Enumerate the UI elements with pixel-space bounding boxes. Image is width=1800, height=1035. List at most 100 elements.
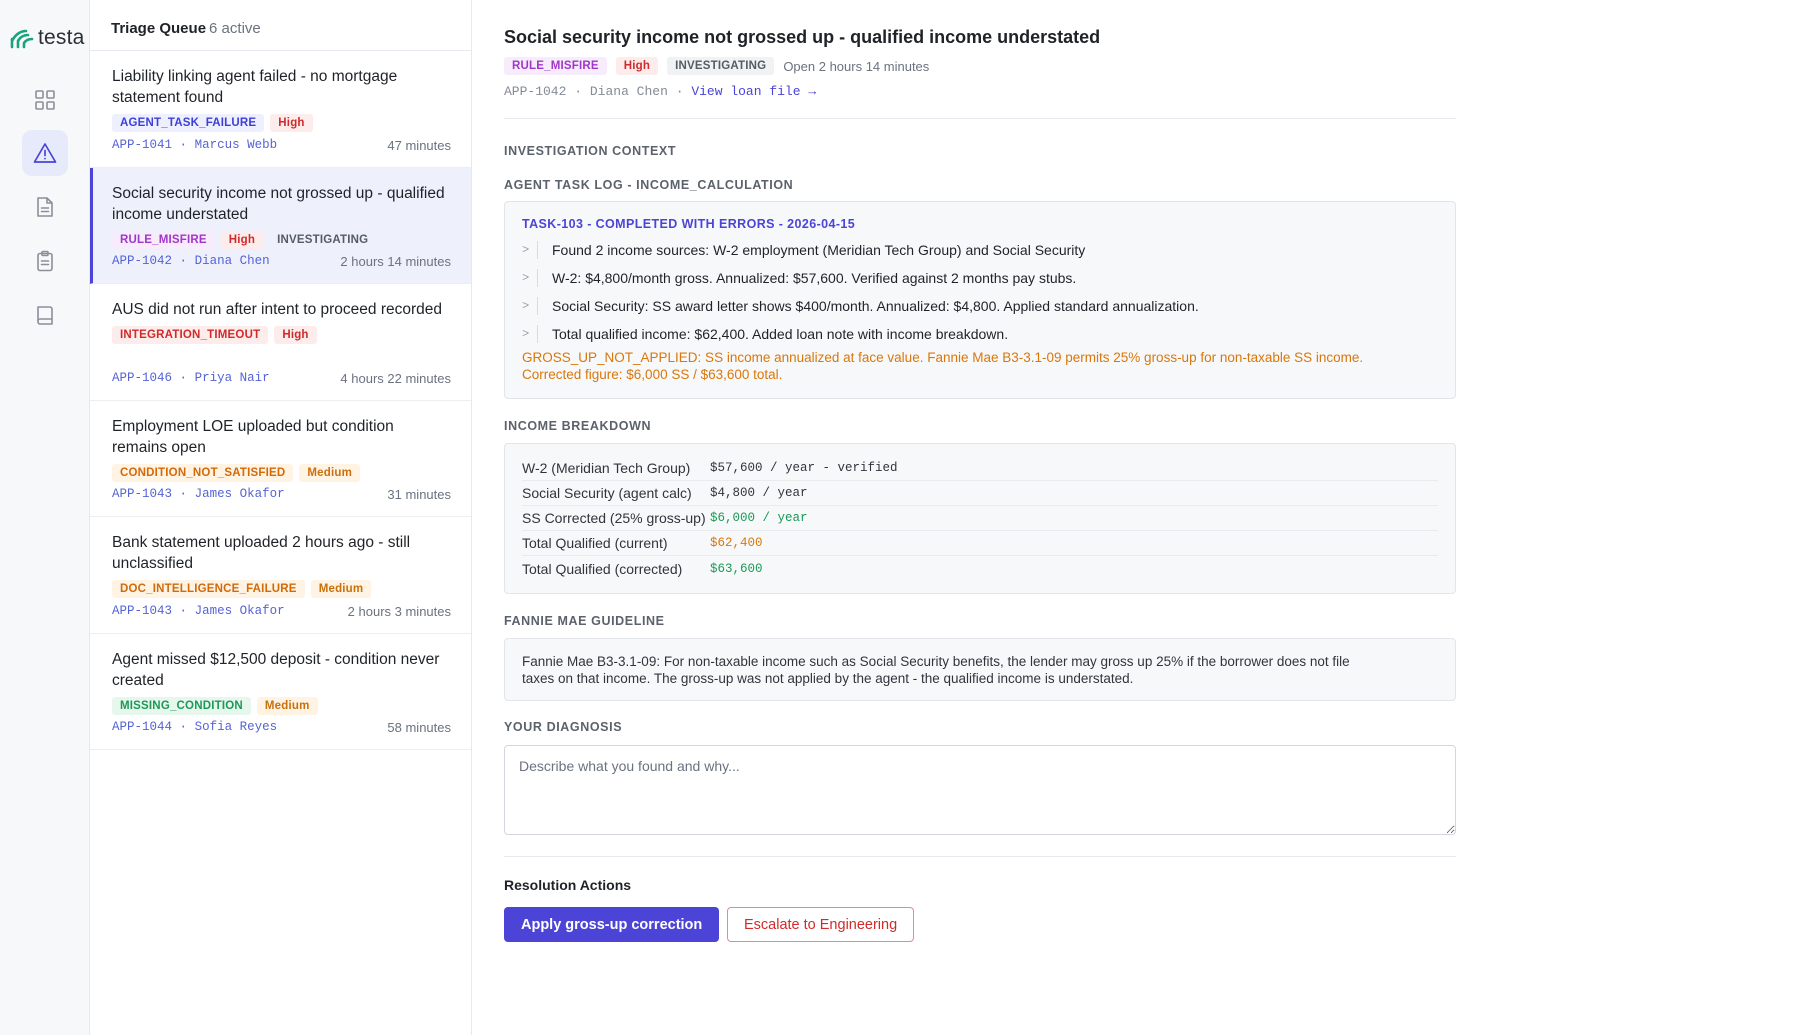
diagnosis-label: YOUR DIAGNOSIS (504, 720, 623, 734)
app-id: APP-1041 (112, 137, 173, 152)
borrower-name: James Okafor (194, 487, 285, 501)
apply-gross-up-button[interactable]: Apply gross-up correction (504, 907, 720, 942)
document-icon (37, 197, 53, 217)
task-log-line: > W-2: $4,800/month gross. Annualized: $5… (522, 269, 1438, 287)
divider (504, 856, 1456, 857)
guideline-text-line: Fannie Mae B3-3.1-09: For non-taxable in… (522, 654, 1350, 669)
income-label: Total Qualified (current) (522, 535, 668, 551)
chevron-right-icon: > (522, 241, 538, 259)
queue-item-ref: APP-1042 · Diana Chen (112, 254, 270, 269)
queue-item[interactable]: Social security income not grossed up - … (90, 167, 471, 284)
income-value: $4,800 / year (710, 486, 808, 500)
category-badge: MISSING_CONDITION (112, 696, 251, 715)
meta-separator: · (179, 254, 188, 268)
queue-item-meta: APP-1042 · Diana Chen 2 hours 14 minutes (112, 254, 451, 269)
queue-item-tags: INTEGRATION_TIMEOUT High (112, 326, 451, 344)
queue-item-ref: APP-1046 · Priya Nair (112, 371, 270, 386)
meta-separator: · (179, 720, 188, 734)
case-person: Diana Chen (589, 84, 668, 99)
resolution-actions-label: Resolution Actions (504, 877, 632, 893)
queue-item[interactable]: Liability linking agent failed - no mort… (90, 51, 471, 168)
queue-item[interactable]: Agent missed $12,500 deposit - condition… (90, 634, 471, 750)
severity-badge: Medium (299, 463, 361, 482)
income-label: SS Corrected (25% gross-up) (522, 510, 706, 526)
queue-item-age: 58 minutes (387, 720, 451, 735)
queue-item-title: Social security income not grossed up - … (112, 184, 445, 223)
income-value: $63,600 (710, 561, 763, 576)
queue-item-age: 47 minutes (387, 137, 451, 153)
book-icon (37, 306, 53, 325)
app-id: APP-1046 (112, 370, 173, 385)
case-open-duration: Open 2 hours 14 minutes (783, 58, 930, 74)
queue-title: Triage Queue (111, 20, 207, 37)
income-row: Social Security (agent calc) $4,800 / yea… (522, 481, 1438, 506)
income-row: W-2 (Meridian Tech Group) $57,600 / year … (522, 456, 1438, 481)
task-log-error-line: GROSS_UP_NOT_APPLIED: SS income annualiz… (522, 350, 1364, 365)
meta-separator: · (574, 84, 583, 99)
rail-documents-button[interactable] (22, 184, 68, 230)
task-log-text: Social Security: SS award letter shows $… (552, 298, 1199, 314)
queue-item-title: AUS did not run after intent to proceed … (112, 301, 443, 318)
view-loan-file-link[interactable]: View loan file → (691, 84, 816, 99)
income-row: SS Corrected (25% gross-up) $6,000 / year (522, 506, 1438, 531)
rail-triage-button[interactable] (22, 130, 68, 176)
income-value: $62,400 (710, 536, 763, 550)
queue-item-age: 2 hours 3 minutes (347, 603, 451, 619)
diagnosis-input[interactable] (504, 745, 1456, 835)
task-log-header: TASK-103 - COMPLETED WITH ERRORS - 2026-… (522, 217, 856, 231)
borrower-name: Priya Nair (194, 370, 270, 385)
queue-item-title: Employment LOE uploaded but condition re… (112, 417, 394, 456)
task-log-line: > Total qualified income: $62,400. Added … (522, 325, 1438, 343)
case-meta: APP-1042 · Diana Chen · View loan file → (504, 84, 816, 99)
queue-item-title: Bank statement uploaded 2 hours ago - st… (112, 534, 411, 572)
income-value: $57,600 / year - verified (710, 461, 898, 475)
meta-separator: · (179, 487, 188, 501)
app-id: APP-1044 (112, 720, 173, 734)
queue-item-tags: AGENT_TASK_FAILURE High (112, 114, 451, 132)
queue-item[interactable]: Bank statement uploaded 2 hours ago - st… (90, 517, 471, 634)
logo[interactable]: testa (10, 26, 85, 50)
severity-badge: Medium (310, 580, 372, 598)
severity-badge: High (220, 230, 264, 249)
queue-item-ref: APP-1044 · Sofia Reyes (112, 720, 277, 735)
escalate-to-engineering-button[interactable]: Escalate to Engineering (727, 907, 915, 942)
queue-item[interactable]: AUS did not run after intent to proceed … (90, 284, 471, 401)
investigation-context-label: INVESTIGATION CONTEXT (504, 144, 677, 158)
meta-separator: · (179, 603, 188, 618)
queue-item-meta: APP-1043 · James Okafor 2 hours 3 minutes (112, 604, 451, 619)
case-status-badge: INVESTIGATING (667, 57, 775, 75)
severity-badge: High (274, 326, 317, 344)
queue-list: Liability linking agent failed - no mort… (90, 51, 471, 750)
queue-item-age: 4 hours 22 minutes (340, 370, 451, 386)
borrower-name: Diana Chen (194, 254, 270, 268)
agent-task-log-label: AGENT TASK LOG - INCOME_CALCULATION (504, 178, 794, 192)
category-badge: AGENT_TASK_FAILURE (112, 114, 265, 132)
meta-separator: · (179, 370, 188, 385)
task-log-line: > Found 2 income sources: W-2 employment … (522, 241, 1438, 259)
app-id: APP-1043 (112, 487, 173, 501)
case-severity-badge: High (615, 57, 659, 75)
category-badge: INTEGRATION_TIMEOUT (112, 326, 269, 344)
status-badge: INVESTIGATING (277, 233, 369, 246)
triage-queue: Triage Queue 6 active Liability linking a… (90, 0, 472, 1035)
task-log-error: GROSS_UP_NOT_APPLIED: SS income annualiz… (522, 349, 1438, 383)
task-log-line: > Social Security: SS award letter shows … (522, 297, 1438, 315)
rail-conditions-button[interactable] (22, 238, 68, 284)
app-id: APP-1042 (112, 254, 173, 268)
severity-badge: High (270, 114, 313, 132)
queue-item-age: 31 minutes (387, 487, 451, 502)
income-breakdown: W-2 (Meridian Tech Group) $57,600 / year … (504, 443, 1456, 594)
category-badge: CONDITION_NOT_SATISFIED (112, 463, 294, 482)
rail-guidelines-button[interactable] (22, 292, 68, 338)
chevron-right-icon: > (522, 269, 538, 287)
queue-item-ref: APP-1043 · James Okafor (112, 604, 285, 619)
queue-item-meta: APP-1043 · James Okafor 31 minutes (112, 487, 451, 502)
queue-item[interactable]: Employment LOE uploaded but condition re… (90, 401, 471, 517)
clipboard-icon (37, 250, 53, 272)
task-log-text: Total qualified income: $62,400. Added l… (552, 326, 1009, 342)
guideline-text-line: taxes on that income. The gross-up was n… (522, 671, 1134, 686)
side-rail: testa (0, 0, 90, 1035)
meta-separator: · (179, 137, 188, 152)
rail-dashboard-button[interactable] (22, 77, 68, 123)
testa-logo-icon (10, 29, 34, 49)
